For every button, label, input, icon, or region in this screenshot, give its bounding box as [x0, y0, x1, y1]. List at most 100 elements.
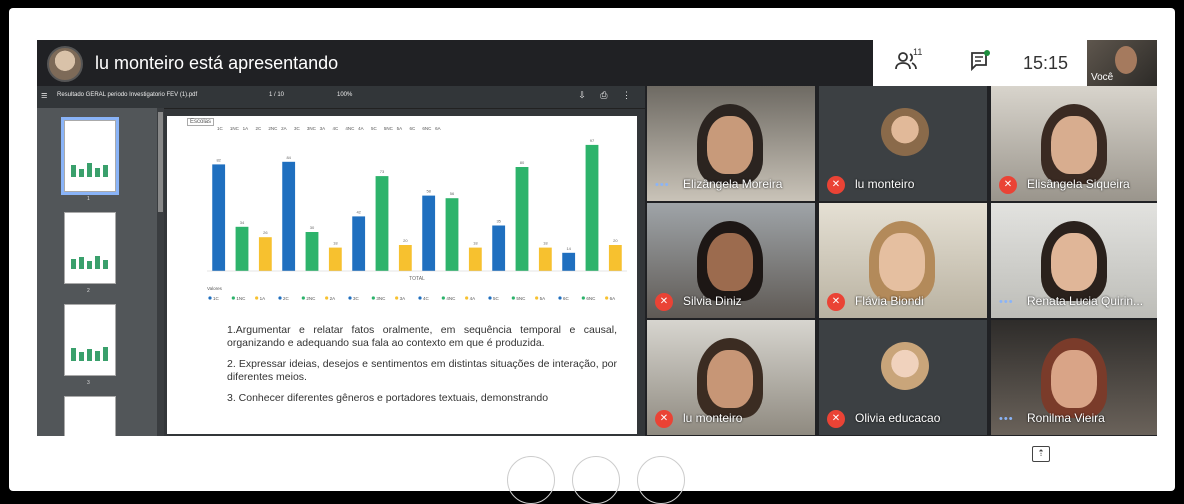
participant-tile[interactable]: ✕ lu monteiro: [647, 320, 815, 435]
self-face: [1115, 46, 1137, 74]
participant-name: Renata Lucia Quirin...: [1027, 294, 1144, 308]
chart-header-label: 2C: [256, 126, 263, 131]
chart-data-label: 18: [473, 241, 478, 246]
participant-avatar: [881, 342, 929, 390]
self-view[interactable]: Você: [1087, 40, 1157, 86]
x-axis-label: TOTAL: [409, 276, 425, 282]
chart-data-label: 14: [566, 246, 571, 251]
participant-tile[interactable]: ✕ Elisângela Siqueira: [991, 86, 1157, 201]
mic-off-icon: ✕: [655, 410, 673, 428]
legend-marker: [278, 296, 282, 300]
speaking-indicator-icon: •••: [999, 296, 1014, 308]
legend-marker: [511, 296, 515, 300]
legend-label: 6C: [563, 296, 570, 301]
chart-data-label: 97: [590, 138, 595, 143]
legend-marker: [488, 296, 492, 300]
chart-data-label: 82: [216, 157, 221, 162]
legend-marker: [371, 296, 375, 300]
chart-data-label: 58: [426, 189, 431, 194]
chat-icon: [971, 50, 990, 72]
thumbnail-page-2[interactable]: [64, 212, 116, 284]
participant-avatar: [881, 108, 929, 156]
participant-face: [1051, 350, 1097, 408]
mic-off-icon: ✕: [655, 293, 673, 311]
pdf-viewer: ≡ Resultado GERAL periodo Investigatorio…: [37, 86, 645, 436]
participants-button[interactable]: 11: [895, 47, 925, 77]
participant-tile[interactable]: ✕ lu monteiro: [819, 86, 987, 201]
participant-tile[interactable]: ••• Ronilma Vieira: [991, 320, 1157, 435]
thumbnail-page-1[interactable]: [61, 117, 119, 195]
participant-name: Elisângela Siqueira: [1027, 177, 1130, 191]
participant-tile[interactable]: ••• Elizângela Moreira: [647, 86, 815, 201]
participant-tile[interactable]: ••• Renata Lucia Quirin...: [991, 203, 1157, 318]
meet-screen: lu monteiro está apresentando 11 15:15 V…: [37, 40, 1157, 436]
control-button[interactable]: [572, 456, 620, 504]
chart-header-label: 3C: [294, 126, 301, 131]
chart-data-label: 34: [240, 220, 245, 225]
menu-icon[interactable]: ≡: [41, 90, 47, 102]
participant-name: Flávia Biondi: [855, 294, 924, 308]
legend-marker: [605, 296, 609, 300]
self-label: Você: [1091, 72, 1114, 83]
paragraph-1: 1.Argumentar e relatar fatos oralmente, …: [227, 324, 617, 349]
chart-header-label: 6C: [410, 126, 417, 131]
chart-bar: [375, 176, 389, 271]
legend-title: Valores: [207, 286, 223, 291]
zoom-level: 100%: [337, 92, 353, 98]
presenter-label: lu monteiro está apresentando: [95, 53, 339, 73]
chat-button[interactable]: [969, 50, 991, 72]
pdf-filename: Resultado GERAL periodo Investigatorio F…: [57, 92, 198, 98]
chart-header-label: 5NC: [384, 126, 394, 131]
chart-bar: [538, 247, 552, 271]
legend-marker: [581, 296, 585, 300]
thumb-number: 3: [87, 380, 90, 386]
thumbnail-page-4[interactable]: [64, 396, 116, 436]
chart-data-label: 30: [310, 225, 315, 230]
chart-header-label: 3A: [320, 126, 326, 131]
thumb-scrollbar[interactable]: [157, 108, 164, 436]
chart-bar: [515, 167, 529, 271]
chart-bar: [492, 225, 506, 271]
legend-marker: [325, 296, 329, 300]
chart-bar: [235, 226, 249, 271]
participant-name: Elizângela Moreira: [683, 177, 783, 191]
chart-bar: [305, 232, 319, 271]
mic-off-icon: ✕: [827, 176, 845, 194]
participant-face: [1051, 116, 1097, 174]
participant-tile[interactable]: ✕ Flávia Biondi: [819, 203, 987, 318]
paragraph-2: 2. Expressar ideias, desejos e sentiment…: [227, 358, 617, 383]
chart-header-label: 4NC: [345, 126, 355, 131]
chart-bar: [445, 198, 459, 271]
control-button[interactable]: [507, 456, 555, 504]
legend-label: 4NC: [446, 296, 456, 301]
mic-off-icon: ✕: [827, 410, 845, 428]
legend-label: 3C: [353, 296, 360, 301]
participant-face: [707, 233, 753, 291]
participant-tile[interactable]: ✕ Silvia Diniz: [647, 203, 815, 318]
pdf-tools[interactable]: ⇩ ⎙ ⋮: [578, 90, 637, 101]
speaking-indicator-icon: •••: [655, 179, 670, 191]
bottom-bar: ⇡: [37, 436, 1157, 504]
page-indicator: 1 / 10: [269, 92, 285, 98]
chart-header-label: 1A: [243, 126, 249, 131]
present-icon[interactable]: ⇡: [1032, 446, 1050, 462]
chart-header-label: 6NC: [422, 126, 432, 131]
legend-marker: [441, 296, 445, 300]
chart-data-label: 20: [403, 238, 408, 243]
participant-tile[interactable]: ✕ Olivia educacao: [819, 320, 987, 435]
participant-face: [879, 233, 925, 291]
control-button[interactable]: [637, 456, 685, 504]
legend-label: 4A: [470, 296, 476, 301]
chart-bar: [608, 245, 622, 271]
chart-data-label: 18: [543, 241, 548, 246]
thumbnail-page-3[interactable]: [64, 304, 116, 376]
chart-data-label: 80: [520, 160, 525, 165]
participant-name: lu monteiro: [855, 177, 915, 191]
mic-off-icon: ✕: [999, 176, 1017, 194]
chart-header-label: 5A: [397, 126, 403, 131]
legend-label: 6A: [610, 296, 616, 301]
chart-bar: [468, 247, 482, 271]
legend-label: 5NC: [516, 296, 526, 301]
chart-bar: [398, 245, 412, 271]
chart-bar: [212, 164, 226, 271]
